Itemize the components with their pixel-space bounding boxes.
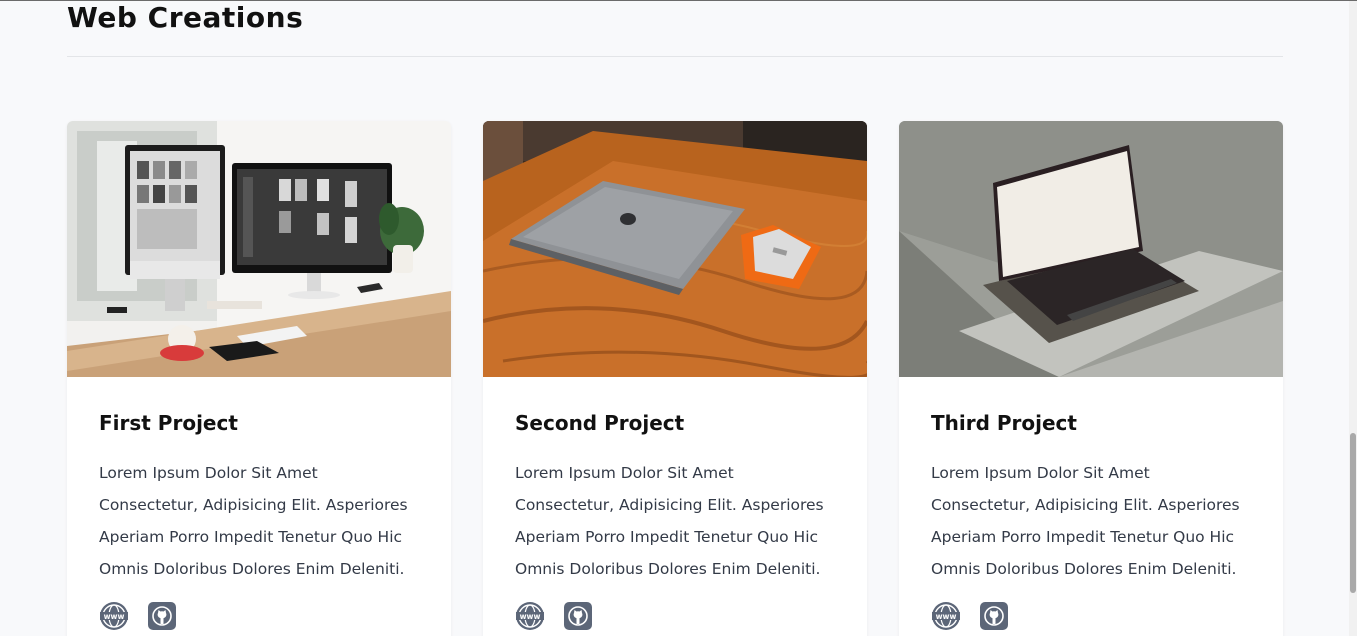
project-title: First Project	[99, 411, 238, 435]
svg-text:www: www	[104, 612, 125, 621]
www-globe-icon[interactable]: www	[99, 601, 129, 631]
project-description: Lorem Ipsum Dolor Sit Amet Consectetur, …	[99, 464, 408, 578]
github-icon[interactable]	[147, 601, 177, 631]
project-image-laptop-grey	[899, 121, 1283, 377]
project-links: www	[515, 601, 835, 631]
project-description: Lorem Ipsum Dolor Sit Amet Consectetur, …	[515, 464, 824, 578]
section-title: Web Creations	[67, 1, 304, 34]
project-card: Third Project Lorem Ipsum Dolor Sit Amet…	[899, 121, 1283, 636]
github-icon[interactable]	[979, 601, 1009, 631]
svg-text:www: www	[520, 612, 541, 621]
project-links: www	[99, 601, 419, 631]
project-links: www	[931, 601, 1251, 631]
www-globe-icon[interactable]: www	[931, 601, 961, 631]
svg-text:www: www	[936, 612, 957, 621]
project-image-laptop-table	[483, 121, 867, 377]
vertical-scrollbar[interactable]	[1349, 1, 1357, 636]
project-card: First Project Lorem Ipsum Dolor Sit Amet…	[67, 121, 451, 636]
project-title: Third Project	[931, 411, 1077, 435]
section-divider	[67, 56, 1283, 57]
www-globe-icon[interactable]: www	[515, 601, 545, 631]
project-image-desk-monitors	[67, 121, 451, 377]
github-icon[interactable]	[563, 601, 593, 631]
project-description: Lorem Ipsum Dolor Sit Amet Consectetur, …	[931, 464, 1240, 578]
project-card: Second Project Lorem Ipsum Dolor Sit Ame…	[483, 121, 867, 636]
project-title: Second Project	[515, 411, 685, 435]
scrollbar-thumb[interactable]	[1350, 433, 1356, 593]
project-card-list: First Project Lorem Ipsum Dolor Sit Amet…	[67, 121, 1283, 636]
